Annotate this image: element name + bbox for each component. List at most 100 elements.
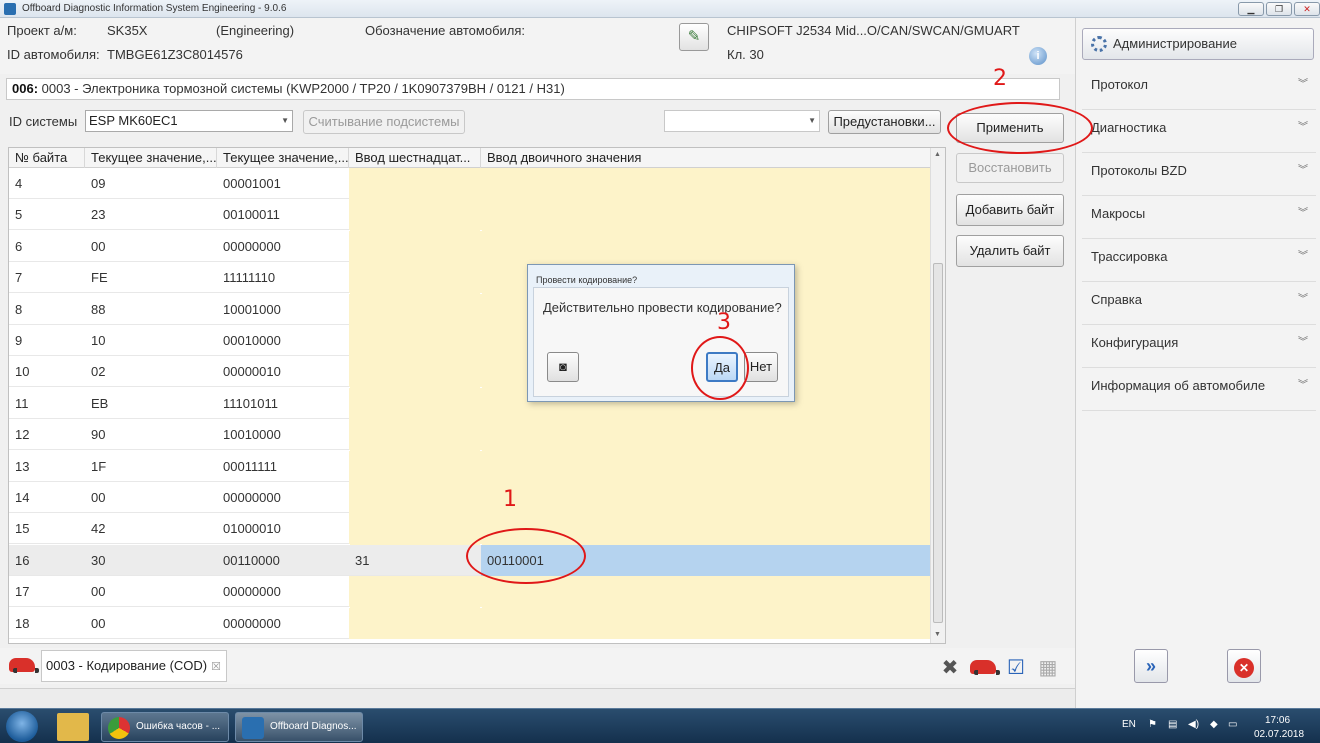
table-row[interactable]: 18 00 00000000 xyxy=(9,607,931,639)
table-cell[interactable] xyxy=(349,419,481,451)
tools-icon[interactable]: ✖ xyxy=(937,655,963,681)
minimize-button[interactable]: ▁ xyxy=(1238,2,1264,16)
table-row[interactable]: 6 00 00000000 xyxy=(9,230,931,262)
sidebar-item-configuration[interactable]: Конфигурация ︾ xyxy=(1082,328,1316,368)
table-cell[interactable] xyxy=(349,356,481,388)
vertical-scrollbar[interactable]: ▲ ▼ xyxy=(930,148,945,643)
table-cell[interactable] xyxy=(481,607,931,639)
clock-date[interactable]: 02.07.2018 xyxy=(1254,729,1304,740)
preset-select[interactable]: ▼ xyxy=(664,110,820,132)
double-arrow-right-icon: » xyxy=(1145,656,1156,676)
sidebar-item-diagnostics[interactable]: Диагностика ︾ xyxy=(1082,113,1316,153)
table-cell[interactable] xyxy=(349,387,481,419)
grid-icon[interactable]: ▦ xyxy=(1035,655,1061,681)
next-button[interactable]: » xyxy=(1134,649,1168,683)
scroll-thumb[interactable] xyxy=(933,263,943,623)
column-header[interactable]: Текущее значение,... xyxy=(85,148,217,168)
table-cell[interactable] xyxy=(481,450,931,482)
column-header[interactable]: Ввод шестнадцат... xyxy=(349,148,481,168)
flag-icon[interactable]: ⚑ xyxy=(1148,719,1157,730)
no-button[interactable]: Нет xyxy=(744,352,778,382)
table-cell[interactable]: 31 xyxy=(349,545,481,576)
close-button[interactable]: ✕ xyxy=(1294,2,1320,16)
table-cell: 11111110 xyxy=(223,270,276,286)
gear-icon xyxy=(1091,36,1107,52)
scroll-down-icon[interactable]: ▼ xyxy=(934,631,941,638)
table-cell[interactable] xyxy=(349,482,481,513)
sidebar-item-tracing[interactable]: Трассировка ︾ xyxy=(1082,242,1316,282)
chevron-down-icon: ︾ xyxy=(1298,122,1308,133)
table-cell[interactable] xyxy=(349,513,481,545)
column-header[interactable]: Текущее значение,... xyxy=(217,148,349,168)
taskbar-item-odis[interactable]: Offboard Diagnos... xyxy=(235,712,363,742)
table-row[interactable]: 13 1F 00011111 xyxy=(9,450,931,482)
sidebar-item-bzd-protocols[interactable]: Протоколы BZD ︾ xyxy=(1082,156,1316,196)
table-cell[interactable] xyxy=(481,482,931,513)
table-cell[interactable] xyxy=(481,168,931,199)
volume-icon[interactable]: ◀) xyxy=(1188,719,1199,730)
scroll-up-icon[interactable]: ▲ xyxy=(934,151,941,158)
table-cell: 00 xyxy=(91,615,106,631)
table-row[interactable]: 17 00 00000000 xyxy=(9,576,931,608)
checklist-icon[interactable]: ☑ xyxy=(1003,655,1029,681)
table-cell[interactable] xyxy=(349,199,481,231)
sidebar-item-macros[interactable]: Макросы ︾ xyxy=(1082,199,1316,239)
table-cell[interactable] xyxy=(349,576,481,608)
table-cell[interactable] xyxy=(481,230,931,262)
administration-button[interactable]: Администрирование xyxy=(1082,28,1314,60)
table-cell: 4 xyxy=(15,176,23,191)
table-cell[interactable] xyxy=(349,607,481,639)
tab-close-icon[interactable]: ☒ xyxy=(211,661,221,673)
table-cell: 15 xyxy=(15,521,30,537)
table-cell[interactable] xyxy=(349,450,481,482)
table-row[interactable]: 15 42 01000010 xyxy=(9,513,931,545)
table-row[interactable]: 12 90 10010000 xyxy=(9,419,931,451)
column-header[interactable]: Ввод двоичного значения xyxy=(481,148,931,168)
table-cell[interactable] xyxy=(349,325,481,356)
column-header[interactable]: № байта xyxy=(9,148,85,168)
vehicle-designation-label: Обозначение автомобиля: xyxy=(365,23,526,38)
table-cell: 10010000 xyxy=(223,427,281,443)
sidebar-item-protocol[interactable]: Протокол ︾ xyxy=(1082,70,1316,110)
table-cell: 09 xyxy=(91,176,106,191)
tab-coding[interactable]: 0003 - Кодирование (COD) ☒ xyxy=(41,650,227,682)
add-byte-button[interactable]: Добавить байт xyxy=(956,194,1064,226)
table-cell: 16 xyxy=(15,552,30,568)
chevron-down-icon: ︾ xyxy=(1298,208,1308,219)
read-subsystem-button[interactable]: Считывание подсистемы xyxy=(303,110,465,134)
vehicle-id-value: TMBGE61Z3C8014576 xyxy=(107,47,243,62)
info-icon[interactable]: i xyxy=(1029,47,1047,65)
table-row[interactable]: 5 23 00100011 xyxy=(9,199,931,231)
restore-button[interactable]: Восстановить xyxy=(956,153,1064,183)
language-indicator[interactable]: EN xyxy=(1122,719,1136,730)
sidebar-item-help[interactable]: Справка ︾ xyxy=(1082,285,1316,325)
table-cell[interactable] xyxy=(481,419,931,451)
car-red-icon[interactable] xyxy=(970,660,1000,675)
table-row[interactable]: 4 09 00001001 xyxy=(9,168,931,199)
table-row[interactable]: 14 00 00000000 xyxy=(9,482,931,513)
system-id-select[interactable]: ESP MK60EC1 ▼ xyxy=(85,110,293,132)
cancel-button[interactable]: ✕ xyxy=(1227,649,1261,683)
edit-icon[interactable]: ✎ xyxy=(679,23,709,51)
table-cell: 00010000 xyxy=(223,333,281,348)
table-cell: FE xyxy=(91,270,108,286)
table-cell[interactable] xyxy=(349,230,481,262)
battery-icon[interactable]: ▭ xyxy=(1228,719,1237,730)
security-icon[interactable]: ◆ xyxy=(1210,719,1218,730)
chevron-down-icon: ︾ xyxy=(1298,79,1308,90)
start-button[interactable] xyxy=(6,711,38,742)
taskbar-item-chrome[interactable]: Ошибка часов - ... xyxy=(101,712,229,742)
maximize-button[interactable]: ❐ xyxy=(1266,2,1292,16)
camera-button[interactable]: ◙ xyxy=(547,352,579,382)
sidebar-item-vehicle-info[interactable]: Информация об автомобиле ︾ xyxy=(1082,371,1316,411)
delete-byte-button[interactable]: Удалить байт xyxy=(956,235,1064,267)
table-cell: 88 xyxy=(91,301,106,317)
network-icon[interactable]: ▤ xyxy=(1168,719,1177,730)
presets-button[interactable]: Предустановки... xyxy=(828,110,941,134)
table-cell[interactable] xyxy=(481,199,931,231)
table-cell[interactable] xyxy=(349,293,481,325)
folder-icon[interactable] xyxy=(57,713,89,741)
clock-time[interactable]: 17:06 xyxy=(1265,715,1290,726)
table-cell[interactable] xyxy=(349,168,481,199)
table-cell[interactable] xyxy=(349,262,481,294)
